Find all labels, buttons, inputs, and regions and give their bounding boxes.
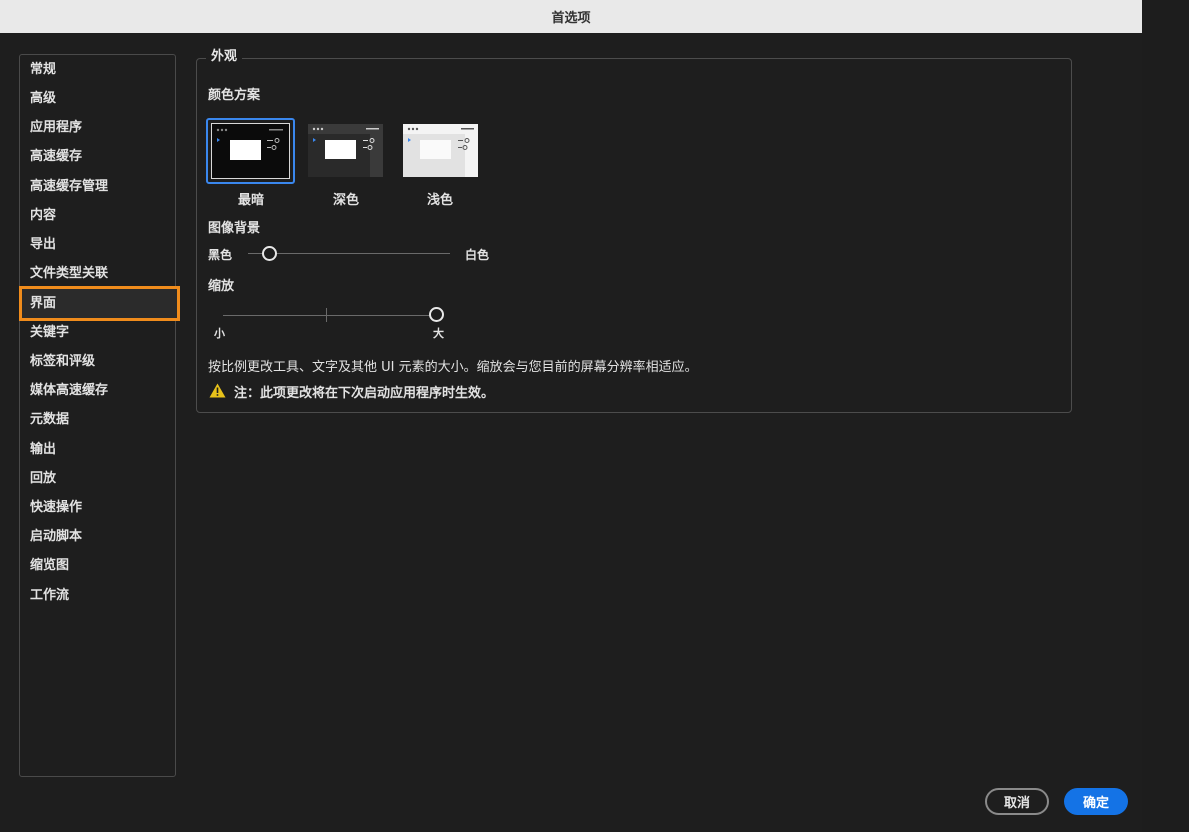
zoom-max-label: 大 [433, 327, 444, 340]
sidebar-item-keywords[interactable]: 关键字 [30, 322, 69, 344]
sidebar: 常规 高级 应用程序 高速缓存 高速缓存管理 内容 导出 文件类型关联 界面 关… [19, 54, 180, 777]
zoom-label: 缩放 [208, 279, 235, 294]
bg-max-label: 白色 [465, 248, 490, 262]
sidebar-item-cache-management[interactable]: 高速缓存管理 [30, 176, 108, 198]
zoom-slider-tick [326, 308, 327, 322]
sidebar-item-output[interactable]: 输出 [30, 439, 56, 461]
background-strip [1142, 0, 1189, 832]
sidebar-item-advanced[interactable]: 高级 [30, 88, 56, 110]
window-title: 首选项 [0, 0, 1142, 33]
sidebar-item-application[interactable]: 应用程序 [30, 117, 82, 139]
zoom-slider-handle[interactable] [429, 307, 444, 322]
color-scheme-label: 颜色方案 [208, 88, 261, 103]
ok-button[interactable]: 确定 [1064, 788, 1128, 815]
sidebar-item-export[interactable]: 导出 [30, 234, 56, 256]
preferences-dialog: 首选项 常规 高级 应用程序 高速缓存 高速缓存管理 内容 导出 文件类型关联 … [0, 0, 1142, 832]
sidebar-item-general[interactable]: 常规 [30, 59, 56, 81]
cancel-button[interactable]: 取消 [985, 788, 1049, 815]
scheme-dark-label[interactable]: 深色 [333, 189, 359, 208]
zoom-min-label: 小 [214, 327, 225, 340]
sidebar-item-file-type-association[interactable]: 文件类型关联 [30, 263, 108, 285]
sidebar-item-playback[interactable]: 回放 [30, 468, 56, 490]
zoom-slider-track[interactable] [223, 315, 433, 316]
bg-slider-track[interactable] [248, 253, 450, 254]
sidebar-item-workflow[interactable]: 工作流 [30, 585, 69, 607]
sidebar-item-content[interactable]: 内容 [30, 205, 56, 227]
scheme-darkest-label[interactable]: 最暗 [238, 189, 264, 208]
sidebar-item-metadata[interactable]: 元数据 [30, 409, 69, 431]
appearance-group-title: 外观 [206, 47, 243, 67]
sidebar-item-interface[interactable]: 界面 [19, 286, 180, 321]
bg-slider-handle[interactable] [262, 246, 277, 261]
scheme-light-label[interactable]: 浅色 [427, 189, 453, 208]
sidebar-item-media-cache[interactable]: 媒体高速缓存 [30, 380, 108, 402]
sidebar-item-cache[interactable]: 高速缓存 [30, 146, 82, 168]
bg-min-label: 黑色 [208, 248, 233, 262]
sidebar-item-labels-ratings[interactable]: 标签和评级 [30, 351, 95, 373]
sidebar-item-startup-scripts[interactable]: 启动脚本 [30, 526, 82, 548]
image-background-label: 图像背景 [208, 221, 261, 236]
zoom-description: 按比例更改工具、文字及其他 UI 元素的大小。缩放会与您目前的屏幕分辨率相适应。 [208, 360, 698, 375]
sidebar-item-thumbnails[interactable]: 缩览图 [30, 555, 69, 577]
restart-note: 注：此项更改将在下次启动应用程序时生效。 [234, 386, 495, 401]
sidebar-item-quick-actions[interactable]: 快速操作 [30, 497, 82, 519]
